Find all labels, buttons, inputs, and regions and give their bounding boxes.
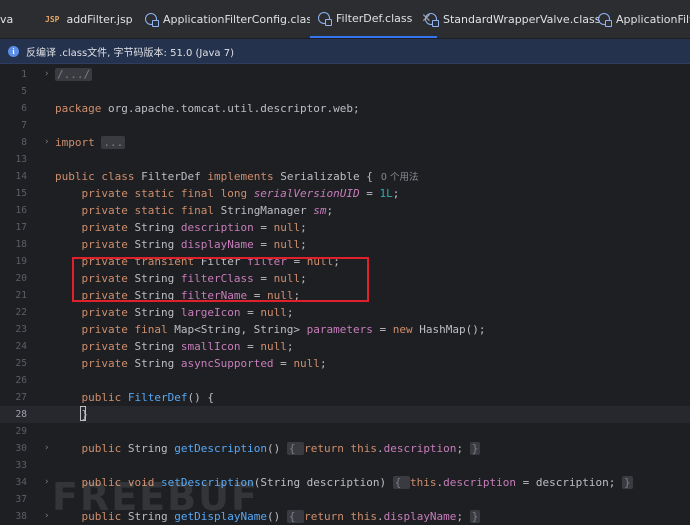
code-line: 23 private final Map<String, String> par…	[0, 321, 690, 338]
code-line: 26	[0, 372, 690, 389]
line-number: 33	[15, 460, 27, 471]
folded-header[interactable]: /.../	[55, 68, 93, 81]
line-number: 30	[15, 443, 27, 454]
fold-arrow-icon[interactable]: ›	[44, 508, 49, 525]
tab-label: va	[0, 12, 14, 26]
class-file-icon	[425, 13, 439, 27]
code-line: 22 private String largeIcon = null;	[0, 304, 690, 321]
line-number: 23	[15, 324, 27, 335]
code-line: 6 package org.apache.tomcat.util.descrip…	[0, 100, 690, 117]
watermark: FREEBUF	[52, 475, 259, 519]
tab-label: ApplicationFilterConfig.class	[163, 12, 318, 26]
info-icon: i	[8, 45, 19, 57]
line-number: 28	[15, 409, 27, 420]
line-number: 25	[15, 358, 27, 369]
line-number: 27	[15, 392, 27, 403]
line-number: 34	[15, 477, 27, 488]
fold-arrow-icon[interactable]: ›	[44, 66, 49, 83]
tab-applicationfilter[interactable]: ApplicationFilterI	[598, 0, 690, 38]
code-line: 25 private String asyncSupported = null;	[0, 355, 690, 372]
brace-match-caret	[80, 406, 86, 421]
class-file-icon	[318, 12, 332, 26]
line-number: 24	[15, 341, 27, 352]
line-number: 8	[21, 137, 27, 148]
code-line: 17 private String description = null;	[0, 219, 690, 236]
jsp-file-icon: JSP	[45, 14, 60, 24]
line-number: 26	[15, 375, 27, 386]
class-file-icon	[145, 13, 159, 27]
code-line: 14 public class FilterDef implements Ser…	[0, 168, 690, 185]
code-line: 13	[0, 151, 690, 168]
class-file-icon	[598, 13, 612, 27]
line-number: 20	[15, 273, 27, 284]
line-number: 1	[21, 69, 27, 80]
tab-label: addFilter.jsp	[66, 12, 133, 26]
tab-addfilter-jsp[interactable]: JSP addFilter.jsp	[45, 0, 133, 38]
fold-arrow-icon[interactable]: ›	[44, 474, 49, 491]
tab-standardwrappervalve[interactable]: StandardWrapperValve.class	[425, 0, 601, 38]
tab-label: FilterDef.class	[336, 11, 413, 25]
code-line: 29	[0, 423, 690, 440]
tab-label: StandardWrapperValve.class	[443, 12, 601, 26]
code-line: 16 private static final StringManager sm…	[0, 202, 690, 219]
tab-filterdef[interactable]: FilterDef.class ✕	[310, 0, 438, 38]
code-line: 7	[0, 117, 690, 134]
current-code-line: 28 }	[0, 406, 690, 423]
code-line: 33	[0, 457, 690, 474]
code-line: 30 › public String getDescription() { re…	[0, 440, 690, 457]
tab-partial[interactable]: va	[0, 0, 13, 38]
line-number: 17	[15, 222, 27, 233]
code-line: 15 private static final long serialVersi…	[0, 185, 690, 202]
code-line: 24 private String smallIcon = null;	[0, 338, 690, 355]
tab-label: ApplicationFilterI	[616, 12, 690, 26]
tab-applicationfilterconfig[interactable]: ApplicationFilterConfig.class	[145, 0, 318, 38]
line-number: 18	[15, 239, 27, 250]
code-line: 27 public FilterDef() {	[0, 389, 690, 406]
line-number: 21	[15, 290, 27, 301]
line-number: 19	[15, 256, 27, 267]
usage-hint[interactable]: 0 个用法	[381, 172, 419, 183]
folded-imports[interactable]: ...	[101, 136, 126, 149]
line-number: 37	[15, 494, 27, 505]
line-number: 38	[15, 511, 27, 522]
editor-tab-bar: va JSP addFilter.jsp ApplicationFilterCo…	[0, 0, 690, 39]
code-editor[interactable]: 1 › /.../ 5 6 package org.apache.tomcat.…	[0, 65, 690, 523]
red-highlight-annotation	[72, 257, 369, 302]
line-number: 22	[15, 307, 27, 318]
code-line: 8 › import ...	[0, 134, 690, 151]
line-number: 16	[15, 205, 27, 216]
line-number: 5	[21, 86, 27, 97]
line-number: 15	[15, 188, 27, 199]
fold-arrow-icon[interactable]: ›	[44, 134, 49, 151]
line-number: 13	[15, 154, 27, 165]
code-line: 5	[0, 83, 690, 100]
line-number: 7	[21, 120, 27, 131]
line-number: 29	[15, 426, 27, 437]
decompiler-info-banner: i 反编译 .class文件, 字节码版本: 51.0 (Java 7)	[0, 39, 690, 64]
code-line: 1 › /.../	[0, 66, 690, 83]
info-text: 反编译 .class文件, 字节码版本: 51.0 (Java 7)	[26, 47, 234, 59]
line-number: 14	[15, 171, 27, 182]
fold-arrow-icon[interactable]: ›	[44, 440, 49, 457]
line-number: 6	[21, 103, 27, 114]
code-line: 18 private String displayName = null;	[0, 236, 690, 253]
